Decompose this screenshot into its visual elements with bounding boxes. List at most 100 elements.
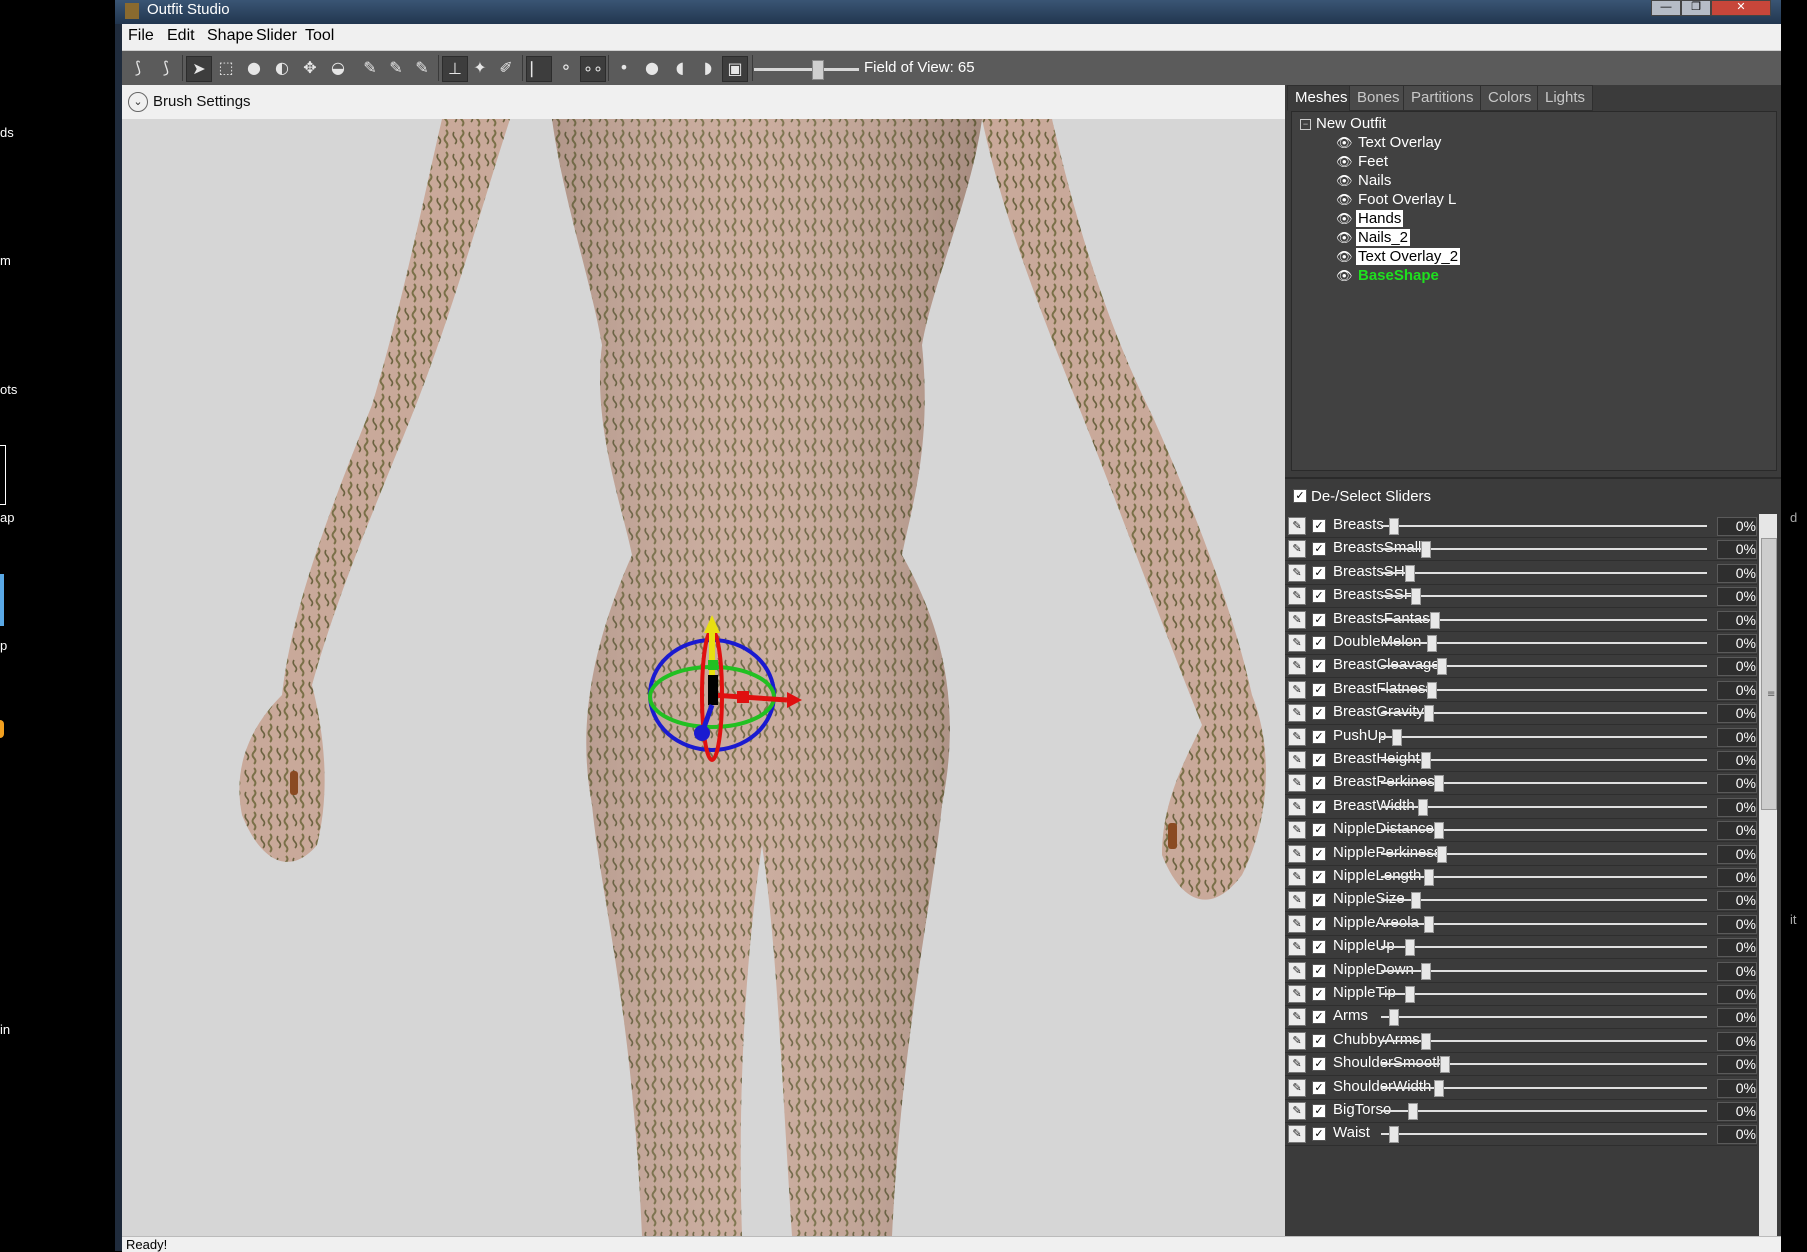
slider-value[interactable]: 0% [1717,985,1757,1004]
edit-slider-icon[interactable]: ✎ [1288,563,1306,582]
edit-slider-icon[interactable]: ✎ [1288,1125,1306,1144]
edit-slider-icon[interactable]: ✎ [1288,634,1306,652]
scrollbar-thumb[interactable]: ≡ [1761,538,1777,810]
slider-value[interactable]: 0% [1717,1031,1757,1051]
slider-scrollbar[interactable]: ≡ [1759,514,1777,1236]
edit-slider-icon[interactable]: ✎ [1288,797,1306,816]
desktop-icon-label[interactable]: ds [0,125,14,140]
slider-thumb[interactable] [1411,892,1422,910]
edit-slider-icon[interactable]: ✎ [1288,1008,1306,1027]
x-mirror-icon[interactable]: ⎸ [526,56,552,82]
slider-value[interactable]: 0% [1717,844,1757,864]
select-tool-icon[interactable]: ➤ [186,56,212,82]
edit-slider-icon[interactable]: ✎ [1288,657,1306,676]
title-bar[interactable]: Outfit Studio — ❐ ✕ [115,0,1781,24]
menu-file[interactable]: File [128,27,154,45]
slider-checkbox[interactable]: ✓ [1312,893,1326,908]
mesh-name[interactable]: Foot Overlay L [1356,191,1458,208]
mesh-name[interactable]: BaseShape [1356,267,1441,284]
edit-slider-icon[interactable]: ✎ [1288,1031,1306,1050]
slider-checkbox[interactable]: ✓ [1312,612,1326,627]
edit-slider-icon[interactable]: ✎ [1288,704,1306,723]
mesh-name[interactable]: Hands [1356,210,1404,227]
slider-thumb[interactable] [1417,798,1428,816]
slider-value[interactable]: 0% [1717,797,1757,817]
slider-value[interactable]: 0% [1717,774,1757,794]
slider-value[interactable]: 0% [1717,1008,1757,1028]
slider-checkbox[interactable]: ✓ [1312,589,1326,604]
slider-checkbox[interactable]: ✓ [1312,1033,1326,1048]
desktop-icon-label[interactable]: ots [0,382,17,397]
tree-root-label[interactable]: New Outfit [1316,115,1386,132]
slider-track[interactable] [1381,805,1707,808]
slider-track[interactable] [1381,595,1707,598]
edit-slider-icon[interactable]: ✎ [1288,821,1306,840]
slider-value[interactable]: 0% [1717,914,1757,934]
move-brush-icon[interactable]: ✥ [298,56,322,80]
slider-track[interactable] [1381,993,1707,995]
slider-checkbox[interactable]: ✓ [1312,1127,1326,1142]
edit-slider-icon[interactable]: ✎ [1288,868,1306,886]
slider-value[interactable]: 0% [1717,938,1757,958]
global-brush-icon[interactable]: ∘∘ [580,56,606,82]
eye-icon[interactable]: 👁 [1336,268,1353,284]
slider-thumb[interactable] [1408,1103,1419,1120]
slider-track[interactable] [1381,782,1707,785]
edit-slider-icon[interactable]: ✎ [1288,938,1306,957]
slider-thumb[interactable] [1433,775,1444,793]
mask-brush-icon[interactable]: ⬚ [214,56,238,80]
transform-tool-icon[interactable]: ⊥ [442,56,468,82]
slider-checkbox[interactable]: ✓ [1312,916,1326,931]
slider-value[interactable]: 0% [1717,634,1757,653]
edit-slider-icon[interactable]: ✎ [1288,610,1306,629]
slider-checkbox[interactable]: ✓ [1312,940,1326,955]
menu-tool[interactable]: Tool [305,27,334,45]
slider-checkbox[interactable]: ✓ [1312,1057,1326,1072]
desktop-icon-label[interactable]: p [0,638,7,653]
slider-track[interactable] [1381,1133,1707,1136]
tab-partitions[interactable]: Partitions [1403,85,1482,111]
mesh-name[interactable]: Nails [1356,172,1393,189]
slider-thumb[interactable] [1430,611,1441,629]
slider-thumb[interactable] [1404,986,1415,1003]
slider-thumb[interactable] [1423,915,1434,933]
edit-slider-icon[interactable]: ✎ [1288,540,1306,559]
slider-thumb[interactable] [1420,541,1431,559]
menu-slider[interactable]: Slider [256,27,297,45]
perspective-view-icon[interactable]: ▣ [722,56,748,82]
slider-value[interactable]: 0% [1717,868,1757,887]
slider-value[interactable]: 0% [1717,891,1757,911]
slider-thumb[interactable] [1433,1079,1444,1097]
mesh-export-icon[interactable]: ⟆ [154,56,178,80]
slider-track[interactable] [1381,1086,1707,1089]
right-view-icon[interactable]: ◗ [696,56,720,80]
slider-thumb[interactable] [1404,564,1415,582]
slider-checkbox[interactable]: ✓ [1312,776,1326,791]
fov-slider-track[interactable] [754,68,859,71]
slider-value[interactable]: 0% [1717,821,1757,841]
desktop-icon-label[interactable]: in [0,1022,10,1037]
slider-thumb[interactable] [1392,728,1403,746]
color-brush-icon[interactable]: ✎ [384,56,408,80]
edit-slider-icon[interactable]: ✎ [1288,891,1306,910]
weight-brush-icon[interactable]: ✎ [358,56,382,80]
slider-value[interactable]: 0% [1717,657,1757,677]
slider-checkbox[interactable]: ✓ [1312,753,1326,767]
eye-icon[interactable]: 👁 [1336,154,1353,170]
brush-settings-label[interactable]: Brush Settings [153,93,251,110]
slider-thumb[interactable] [1389,1009,1399,1027]
edit-slider-icon[interactable]: ✎ [1288,727,1306,746]
slider-value[interactable]: 0% [1717,680,1757,700]
slider-thumb[interactable] [1420,752,1431,769]
slider-value[interactable]: 0% [1717,587,1757,607]
slider-track[interactable] [1381,1110,1707,1112]
eye-icon[interactable]: 👁 [1336,211,1353,227]
slider-checkbox[interactable]: ✓ [1312,1010,1326,1025]
edit-slider-icon[interactable]: ✎ [1288,587,1306,606]
slider-value[interactable]: 0% [1717,751,1757,770]
tab-colors[interactable]: Colors [1480,85,1540,111]
slider-checkbox[interactable]: ✓ [1312,682,1326,697]
vertex-edit-icon[interactable]: ✐ [494,56,518,80]
slider-track[interactable] [1381,1063,1707,1066]
slider-thumb[interactable] [1420,1032,1431,1050]
